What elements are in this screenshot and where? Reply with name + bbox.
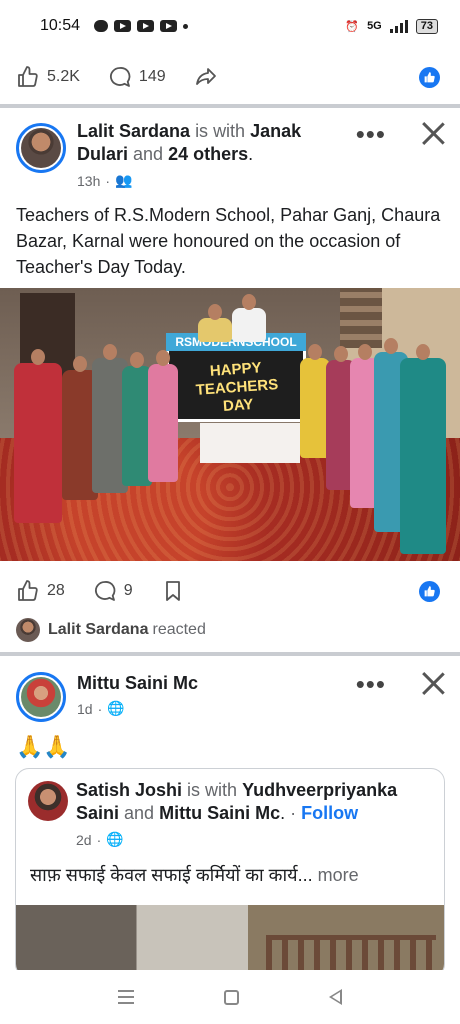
avatar[interactable]: [16, 672, 66, 722]
like-count: 5.2K: [47, 68, 80, 85]
youtube-icon: [160, 20, 178, 32]
avatar[interactable]: [16, 123, 66, 173]
post-header: Mittu Saini Mc 1d · 🌐 •••: [0, 670, 460, 740]
share-icon: [195, 68, 216, 85]
post-divider: [0, 652, 460, 656]
more-notifications-icon: [183, 23, 189, 29]
thumbs-up-icon: [18, 66, 38, 87]
post-divider: [0, 104, 460, 108]
notification-icons: [94, 20, 189, 32]
post-photo[interactable]: RSMODERNSCHOOL HAPPY TEACHERS DAY: [0, 288, 460, 561]
bookmark-icon: [165, 581, 180, 601]
post-time[interactable]: 1d: [77, 701, 93, 717]
status-time: 10:54: [40, 17, 81, 34]
shared-post-photo[interactable]: [16, 905, 444, 977]
globe-icon: 🌐: [107, 700, 125, 716]
reaction-summary[interactable]: Lalit Sardana reacted: [16, 618, 206, 642]
previous-post-actions: 5.2K 149: [0, 52, 460, 102]
post-text: 🙏🙏: [16, 734, 71, 759]
like-reaction-icon: [419, 581, 440, 602]
tagged-name[interactable]: Mittu Saini Mc: [159, 803, 280, 823]
back-icon[interactable]: [329, 989, 342, 1005]
home-icon[interactable]: [224, 989, 239, 1005]
more-options-icon[interactable]: •••: [356, 671, 386, 697]
recent-apps-icon[interactable]: [118, 990, 134, 1004]
post-author-line: Lalit Sardana is with Janak Dulari and 2…: [77, 121, 302, 164]
like-count: 28: [47, 582, 65, 599]
alarm-icon: ⏰: [345, 20, 360, 33]
signal-icon: [389, 19, 408, 33]
comment-icon: [94, 581, 116, 601]
see-more-link[interactable]: more: [318, 865, 359, 885]
system-icons: ⏰ 5G 73: [345, 18, 438, 34]
tagged-others[interactable]: 24 others: [168, 144, 248, 164]
post-actions: 28 9: [0, 566, 460, 616]
youtube-icon: [114, 20, 132, 32]
like-reaction-icon: [419, 67, 440, 88]
like-button[interactable]: 28: [16, 579, 65, 603]
comment-icon: [109, 67, 131, 87]
close-icon[interactable]: [420, 670, 446, 696]
comment-count: 9: [123, 582, 133, 599]
shared-post-meta: 2d · 🌐: [76, 831, 124, 848]
teachers-day-banner: RSMODERNSCHOOL HAPPY TEACHERS DAY: [166, 333, 306, 422]
post-header: Lalit Sardana is with Janak Dulari and 2…: [0, 120, 460, 190]
shared-post-text: साफ़ सफाई केवल सफाई कर्मियों का कार्य...…: [30, 865, 359, 885]
globe-icon: 🌐: [106, 831, 124, 847]
post-time[interactable]: 13h: [77, 173, 100, 189]
youtube-icon: [137, 20, 155, 32]
with-text: is with: [187, 780, 238, 800]
friends-icon: 👥: [115, 172, 133, 188]
shared-author-name[interactable]: Satish Joshi: [76, 780, 182, 800]
reactor-avatar: [16, 618, 40, 642]
thumbs-up-icon: [18, 580, 38, 601]
post-meta: 13h · 👥: [77, 172, 133, 189]
close-icon[interactable]: [420, 120, 446, 146]
shared-author-line: Satish Joshi is with Yudhveerpriyanka Sa…: [76, 780, 398, 823]
system-navigation-bar: [0, 970, 460, 1024]
comment-button[interactable]: 9: [93, 579, 133, 603]
shared-author-avatar[interactable]: [28, 781, 68, 821]
shared-post[interactable]: Satish Joshi is with Yudhveerpriyanka Sa…: [15, 768, 445, 978]
author-name[interactable]: Mittu Saini Mc: [77, 673, 198, 693]
more-options-icon[interactable]: •••: [356, 121, 386, 147]
battery-icon: 73: [415, 18, 438, 34]
comment-count: 149: [138, 68, 166, 85]
banner-title: HAPPY TEACHERS DAY: [195, 359, 279, 415]
follow-button[interactable]: Follow: [301, 803, 358, 823]
status-bar: 10:54 ⏰ 5G 73: [0, 0, 460, 52]
like-button[interactable]: 5.2K: [16, 65, 80, 89]
post-author-line: Mittu Saini Mc: [77, 672, 357, 695]
post-meta: 1d · 🌐: [77, 700, 125, 717]
share-button[interactable]: [194, 65, 218, 89]
and-text: and: [124, 803, 155, 823]
reactor-name: Lalit Sardana: [48, 621, 149, 638]
chat-icon: [94, 20, 109, 32]
post-time[interactable]: 2d: [76, 832, 92, 848]
reacted-text: reacted: [152, 621, 206, 638]
post-text: Teachers of R.S.Modern School, Pahar Gan…: [16, 205, 441, 277]
save-button[interactable]: [161, 579, 185, 603]
network-label: 5G: [367, 20, 382, 32]
author-name[interactable]: Lalit Sardana: [77, 121, 190, 141]
comment-button[interactable]: 149: [108, 65, 166, 89]
with-text: is with: [195, 121, 246, 141]
and-text: and: [133, 144, 164, 164]
